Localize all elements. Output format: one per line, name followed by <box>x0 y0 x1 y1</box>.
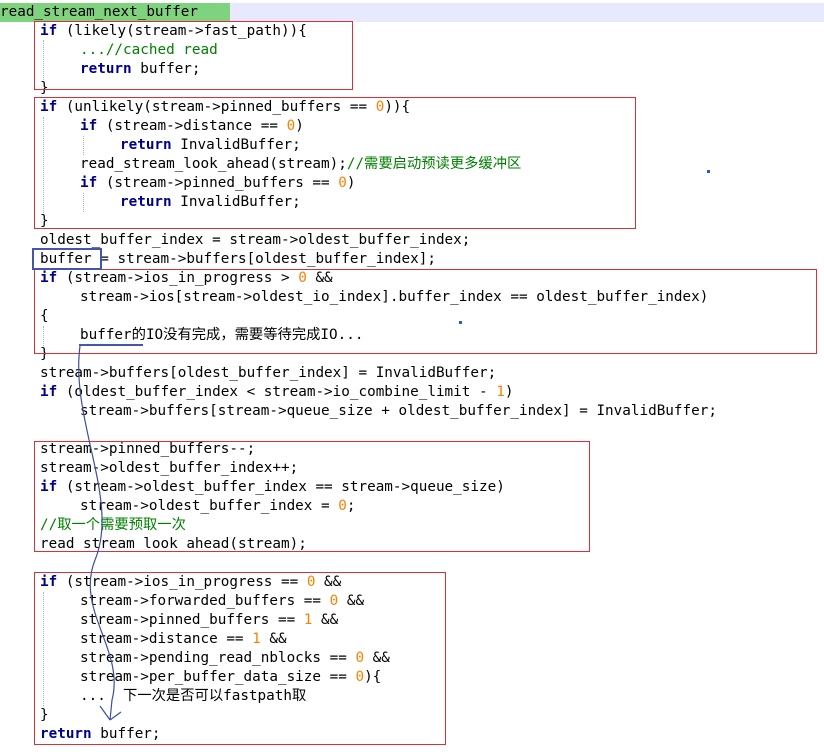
annotation-arrow <box>78 345 122 721</box>
